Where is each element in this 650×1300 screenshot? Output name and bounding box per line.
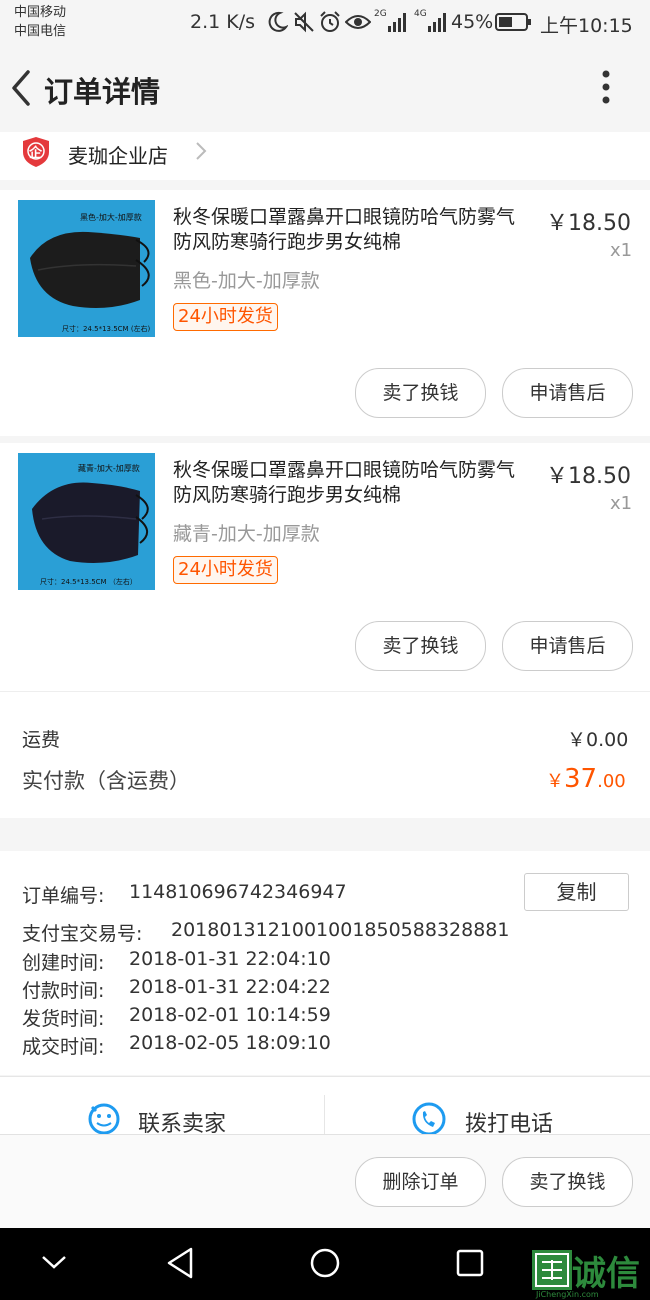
paid-currency: ￥ <box>546 771 564 792</box>
sell-button[interactable]: 卖了换钱 <box>355 368 486 418</box>
back-button[interactable] <box>4 66 38 110</box>
recents-nav-icon[interactable] <box>455 1248 485 1282</box>
product-qty: x1 <box>610 240 633 261</box>
battery-icon <box>495 12 533 36</box>
shipped-time-value: 2018-02-01 10:14:59 <box>129 1004 331 1026</box>
order-item: 藏青-加大-加厚款 尺寸：24.5*13.5CM （左右） 秋冬保暖口罩露鼻开口… <box>0 443 650 691</box>
paid-amount: ￥37.00 <box>546 764 626 794</box>
after-sales-button[interactable]: 申请售后 <box>502 368 633 418</box>
alipay-id-value: 2018013121001001850588328881 <box>171 919 510 941</box>
product-title[interactable]: 秋冬保暖口罩露鼻开口眼镜防哈气防雾气防风防寒骑行跑步男女纯棉 <box>173 205 528 255</box>
alipay-id-label: 支付宝交易号: <box>22 923 143 945</box>
network-2g-label: 2G <box>374 9 387 19</box>
shipping-label: 运费 <box>22 729 61 751</box>
carrier-1: 中国移动 <box>14 5 67 20</box>
product-spec: 藏青-加大-加厚款 <box>173 523 320 545</box>
after-sales-button[interactable]: 申请售后 <box>502 621 633 671</box>
shipped-time-label: 发货时间: <box>22 1008 105 1030</box>
paid-label: 实付款（含运费） <box>22 769 190 793</box>
thumbnail-caption: 藏青-加大-加厚款 <box>78 464 140 473</box>
collapse-icon[interactable] <box>40 1252 68 1276</box>
created-time-value: 2018-01-31 22:04:10 <box>129 948 331 970</box>
shop-badge-text: 企 <box>29 146 43 161</box>
paid-time-label: 付款时间: <box>22 980 105 1002</box>
done-time-label: 成交时间: <box>22 1036 105 1058</box>
order-id-value: 114810696742346947 <box>129 881 347 903</box>
back-nav-icon[interactable] <box>165 1246 195 1284</box>
shop-row[interactable]: 企 麦珈企业店 <box>0 132 650 180</box>
sell-button[interactable]: 卖了换钱 <box>502 1157 633 1207</box>
moon-icon <box>266 10 289 38</box>
paid-integer: 37 <box>564 764 598 794</box>
product-title[interactable]: 秋冬保暖口罩露鼻开口眼镜防哈气防雾气防风防寒骑行跑步男女纯棉 <box>173 458 528 508</box>
enterprise-shop-icon: 企 <box>22 136 50 168</box>
paid-time-value: 2018-01-31 22:04:22 <box>129 976 331 998</box>
mute-icon <box>292 10 316 38</box>
shipping-tag: 24小时发货 <box>173 303 278 331</box>
sell-button[interactable]: 卖了换钱 <box>355 621 486 671</box>
price-summary: 运费 ￥0.00 实付款（含运费） ￥37.00 <box>0 691 650 818</box>
order-info: 订单编号: 114810696742346947 复制 支付宝交易号: 2018… <box>0 851 650 1075</box>
done-time-value: 2018-02-05 18:09:10 <box>129 1032 331 1054</box>
thumbnail-size: 尺寸：24.5*13.5CM （左右） <box>40 578 137 586</box>
more-menu-button[interactable] <box>590 68 622 108</box>
signal-icon-1 <box>387 11 409 37</box>
carrier-2: 中国电信 <box>14 24 67 39</box>
shipping-value: ￥0.00 <box>567 729 629 751</box>
system-nav-bar: 诚信 JiChengXin.com <box>0 1228 650 1300</box>
product-thumbnail[interactable]: 藏青-加大-加厚款 尺寸：24.5*13.5CM （左右） <box>18 453 155 590</box>
chat-icon <box>86 1099 122 1139</box>
alarm-icon <box>318 10 342 38</box>
chevron-right-icon <box>194 140 208 166</box>
page-title: 订单详情 <box>44 75 161 109</box>
status-bar: 中国移动 中国电信 2.1 K/s 2G 4G 45% 上午10:15 <box>0 0 650 44</box>
thumbnail-size: 尺寸：24.5*13.5CM (左右) <box>62 325 151 333</box>
home-nav-icon[interactable] <box>309 1247 341 1283</box>
shop-name[interactable]: 麦珈企业店 <box>68 140 168 169</box>
call-phone-button[interactable]: 拨打电话 <box>325 1077 650 1137</box>
battery-percent: 45% <box>451 11 494 33</box>
thumbnail-caption: 黑色-加大-加厚款 <box>80 213 142 222</box>
order-item: 黑色-加大-加厚款 尺寸：24.5*13.5CM (左右) 秋冬保暖口罩露鼻开口… <box>0 190 650 436</box>
order-id-label: 订单编号: <box>22 885 105 907</box>
watermark-sub: JiChengXin.com <box>536 1290 599 1299</box>
bottom-action-bar: 删除订单 卖了换钱 <box>0 1134 650 1229</box>
network-4g-label: 4G <box>414 9 427 19</box>
watermark-text: 诚信 <box>572 1254 640 1294</box>
product-spec: 黑色-加大-加厚款 <box>173 270 320 292</box>
copy-button[interactable]: 复制 <box>524 873 629 911</box>
contact-row: 联系卖家 拨打电话 <box>0 1076 650 1137</box>
product-qty: x1 <box>610 493 633 514</box>
watermark-logo <box>532 1250 572 1290</box>
title-bar: 订单详情 <box>0 44 650 132</box>
product-price: ￥18.50 <box>546 211 631 236</box>
contact-seller-button[interactable]: 联系卖家 <box>0 1077 324 1137</box>
shipping-tag: 24小时发货 <box>173 556 278 584</box>
eye-icon <box>344 11 372 37</box>
network-speed: 2.1 K/s <box>190 11 256 33</box>
product-thumbnail[interactable]: 黑色-加大-加厚款 尺寸：24.5*13.5CM (左右) <box>18 200 155 337</box>
signal-icon-2 <box>427 11 449 37</box>
created-time-label: 创建时间: <box>22 952 105 974</box>
paid-decimal: .00 <box>597 771 626 792</box>
delete-order-button[interactable]: 删除订单 <box>355 1157 486 1207</box>
clock: 上午10:15 <box>540 15 633 37</box>
product-price: ￥18.50 <box>546 464 631 489</box>
